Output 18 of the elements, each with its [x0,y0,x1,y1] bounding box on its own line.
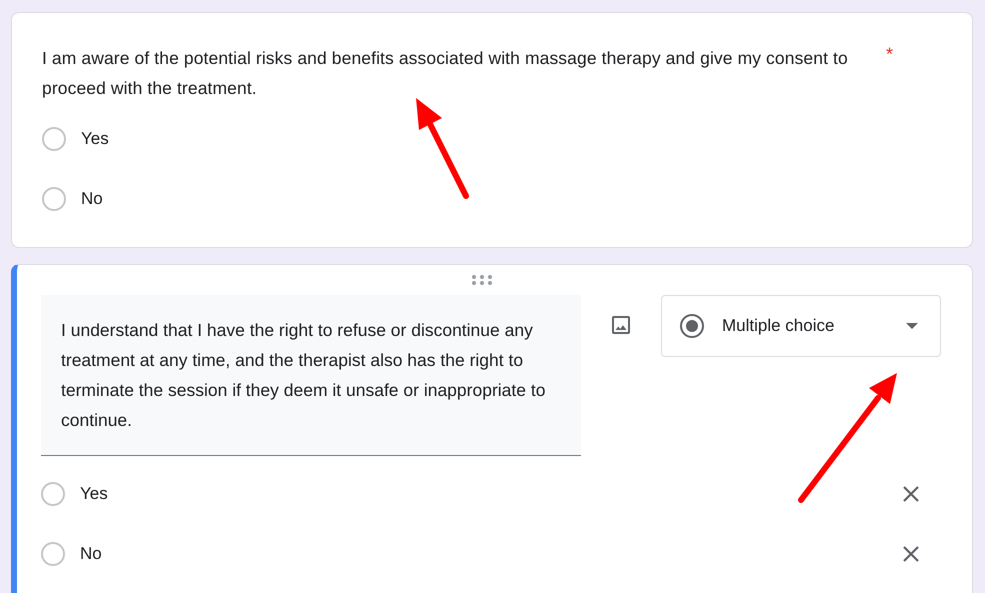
question-type-dropdown[interactable]: Multiple choice [661,295,941,357]
drag-handle-icon[interactable] [470,274,492,286]
close-icon[interactable] [902,485,920,503]
required-mark: * [886,43,894,66]
radio-button[interactable] [41,542,65,566]
option-label[interactable]: No [80,544,902,564]
option-label: No [81,189,103,209]
option-label: Yes [81,129,109,149]
image-icon[interactable] [609,313,633,337]
radio-button[interactable] [41,482,65,506]
question-text: I am aware of the potential risks and benefits associated with massage therapy and give my consent to proceed with the treatment. [42,47,849,100]
question-field[interactable]: I understand that I have the right to refuse or discontinue any treatment at any time, and the therapist also has the right to terminate the session if they deem it unsafe or inappropriate to continue. [41,295,581,456]
radio-icon [679,313,705,339]
radio-button[interactable] [42,127,66,151]
radio-button[interactable] [42,187,66,211]
caret-icon [906,323,918,329]
option-label[interactable]: Yes [80,484,902,504]
close-icon[interactable] [902,545,920,563]
